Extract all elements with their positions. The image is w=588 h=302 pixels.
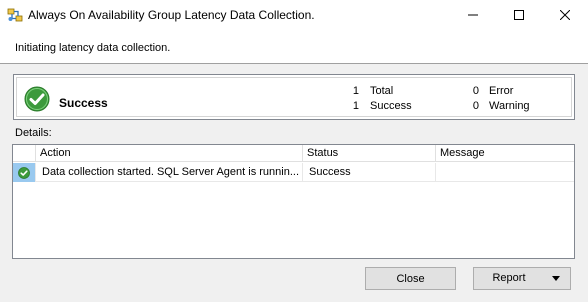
cell-status: Success [303,163,436,182]
details-grid[interactable]: Action Status Message Data collection st… [12,144,575,259]
dialog-window: Always On Availability Group Latency Dat… [0,0,588,302]
success-check-icon [24,86,50,112]
column-header-action[interactable]: Action [36,145,303,162]
error-count: 0 [472,85,479,97]
summary-frame: Success 1 Total 1 Success 0 Error 0 Warn… [16,77,572,117]
header-panel: Initiating latency data collection. [0,30,588,64]
grid-header: Action Status Message [13,145,574,162]
window-title: Always On Availability Group Latency Dat… [28,8,315,22]
window-close-button[interactable] [542,0,588,30]
total-count: 1 [352,85,359,97]
minimize-icon [468,14,478,16]
row-selector[interactable] [13,163,36,182]
header-message: Initiating latency data collection. [15,42,171,54]
dropdown-arrow-icon[interactable] [552,276,560,281]
table-row[interactable]: Data collection started. SQL Server Agen… [13,163,574,182]
total-label: Total [370,85,394,97]
title-bar[interactable]: Always On Availability Group Latency Dat… [0,0,588,30]
summary-status: Success [59,96,108,110]
row-header-corner [13,145,36,162]
minimize-button[interactable] [450,0,496,30]
close-icon [560,10,570,20]
column-header-message[interactable]: Message [436,145,574,162]
report-button[interactable]: Report [473,267,571,290]
details-label: Details: [15,127,52,139]
availability-group-icon [7,8,23,22]
summary-panel: Success 1 Total 1 Success 0 Error 0 Warn… [13,74,575,120]
success-count: 1 [352,100,359,112]
close-button[interactable]: Close [365,267,456,290]
maximize-button[interactable] [496,0,542,30]
warning-label: Warning [489,100,530,112]
report-button-label: Report [492,272,526,284]
success-check-icon [18,167,30,179]
warning-count: 0 [472,100,479,112]
column-header-status[interactable]: Status [303,145,436,162]
maximize-icon [514,10,524,20]
error-label: Error [489,85,514,97]
success-label: Success [370,100,412,112]
cell-message [436,163,574,182]
cell-action: Data collection started. SQL Server Agen… [36,163,303,182]
